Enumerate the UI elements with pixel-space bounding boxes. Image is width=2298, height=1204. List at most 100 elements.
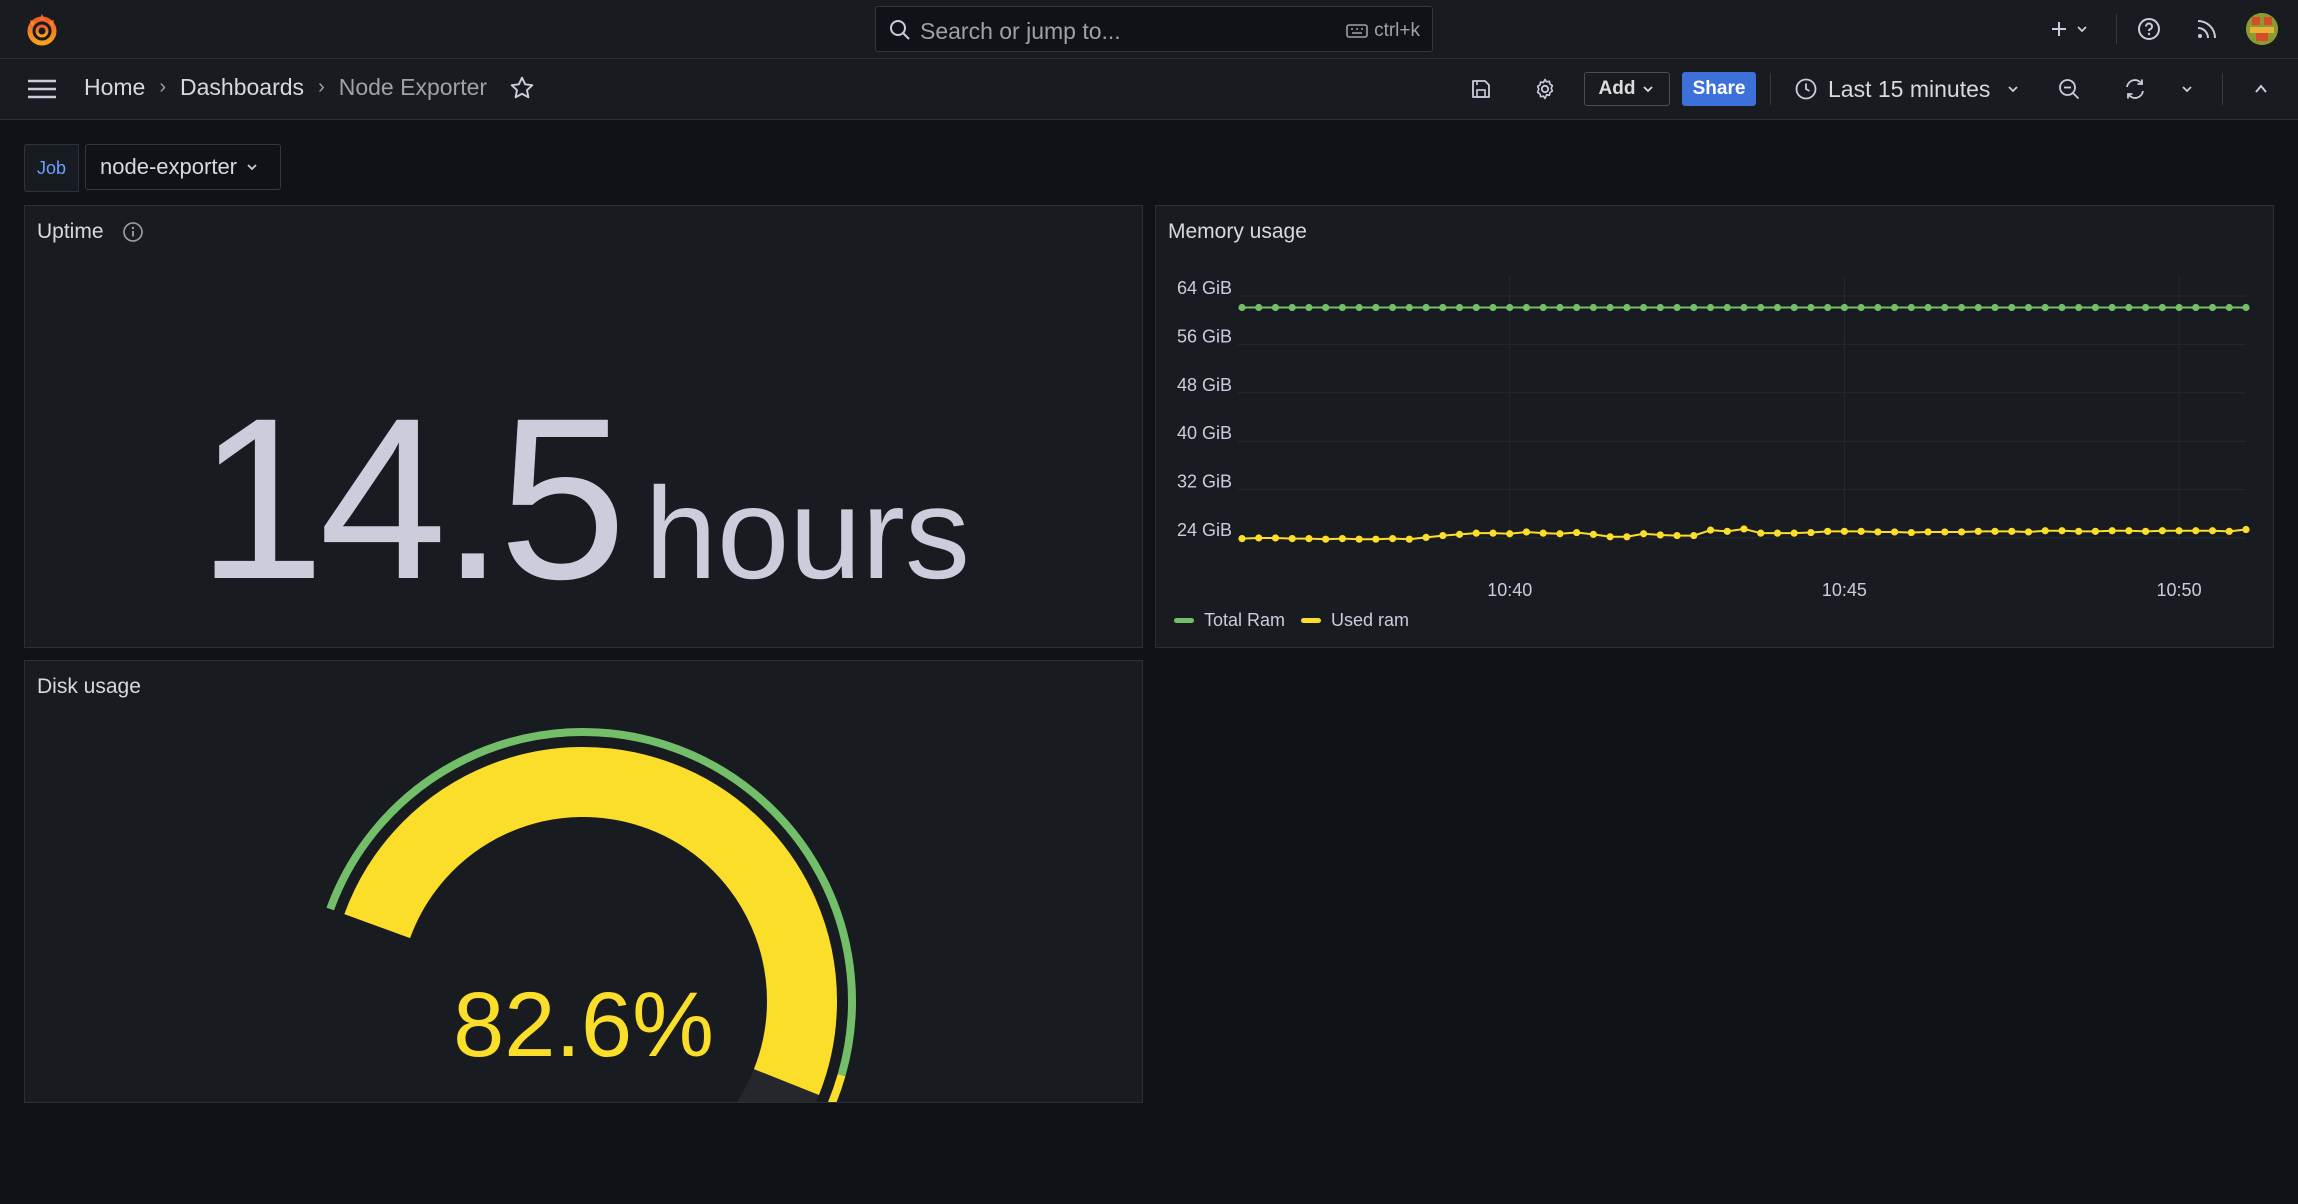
data-point [1773,303,1782,312]
news-icon [2197,20,2216,39]
data-point [1489,529,1497,537]
keyboard-icon [1346,24,1368,38]
new-menu-button[interactable] [2046,14,2092,44]
data-point [1874,303,1882,312]
data-point [2058,527,2066,535]
zoom-out-button[interactable] [2054,73,2084,105]
y-tick-label: 56 GiB [1177,326,1232,346]
save-icon [1472,80,1490,98]
breadcrumb-current: Node Exporter [338,74,488,100]
data-point [1790,529,1798,537]
data-point [1824,303,1832,312]
data-point [1439,531,1447,540]
data-point [1656,303,1664,312]
data-point [1640,530,1648,538]
data-point [2058,303,2066,312]
data-point [1673,303,1681,312]
chevron-down-icon [2182,86,2192,93]
data-point [2008,303,2016,312]
data-point [1974,303,1982,312]
x-tick-label: 10:45 [1822,580,1867,600]
data-point [1439,303,1447,312]
grafana-logo-icon[interactable] [22,10,62,50]
avatar[interactable] [2246,13,2278,45]
data-point [1706,303,1715,312]
time-range-label: Last 15 minutes [1828,75,1991,102]
share-button[interactable]: Share [1682,72,1756,106]
breadcrumb-dashboards[interactable]: Dashboards [180,74,304,101]
data-point [2158,527,2166,535]
data-point [2192,527,2200,535]
data-point [1338,303,1346,312]
clock-icon [1795,78,1817,100]
data-point [1740,525,1748,533]
menu-button[interactable] [22,73,62,105]
data-point [1957,528,1966,536]
search-icon [890,20,910,40]
legend-item-total-ram[interactable]: Total Ram [1174,610,1285,631]
data-point [1338,535,1346,543]
job-variable-label: Job [24,144,80,192]
data-point [1389,303,1397,312]
data-point [1422,303,1430,312]
panel-title[interactable]: Uptime [37,220,144,244]
data-point [1991,303,1999,312]
data-point [1288,303,1296,312]
data-point [1857,303,1865,312]
data-point [1824,527,1832,535]
data-point [2208,303,2217,312]
dashboard-toolbar: Home › Dashboards › Node Exporter Add Sh… [0,59,2298,120]
job-variable-select[interactable]: node-exporter [85,144,282,190]
uptime-unit: hours [644,460,970,606]
x-tick-label: 10:40 [1487,580,1532,600]
data-point [1556,303,1564,312]
legend-item-used-ram[interactable]: Used ram [1301,610,1409,631]
data-point [2225,303,2233,312]
data-point [1506,303,1514,312]
info-icon[interactable] [122,221,144,243]
breadcrumb-home[interactable]: Home [84,74,145,101]
data-point [1322,535,1330,543]
collapse-toolbar-button[interactable] [2246,73,2276,105]
data-point [2108,303,2116,312]
data-point [1807,303,1815,312]
data-point [2192,303,2200,312]
search-box[interactable]: Search or jump to... ctrl+k [875,6,1433,52]
save-dashboard-button[interactable] [1466,73,1496,105]
plus-icon [2052,22,2066,36]
memory-chart[interactable]: 24 GiB 32 GiB 40 GiB 48 GiB 56 GiB 64 GiB 10:… [1156,206,2273,606]
zoom-out-icon [2059,79,2080,100]
y-tick-label: 32 GiB [1177,472,1232,492]
data-point [1255,534,1263,542]
memory-panel: Memory usage 24 GiB 32 GiB 40 GiB 48 GiB 56 … [1155,205,2274,648]
dashboard-settings-button[interactable] [1530,73,1560,105]
data-point [1656,531,1664,539]
add-button[interactable]: Add [1584,72,1670,106]
refresh-interval-button[interactable] [2176,73,2198,105]
help-icon [2138,18,2160,40]
time-range-picker[interactable]: Last 15 minutes [1794,72,2020,106]
refresh-button[interactable] [2120,73,2150,105]
data-point [1623,303,1631,312]
divider [1770,73,1771,105]
news-button[interactable] [2192,14,2222,44]
data-point [2125,303,2133,312]
data-point [1740,303,1748,312]
data-point [1573,303,1581,312]
help-button[interactable] [2134,14,2164,44]
data-point [1874,528,1882,536]
data-point [1907,303,1915,312]
uptime-panel: Uptime 14.5 hours [24,205,1143,648]
data-point [1271,534,1280,542]
data-point [1757,303,1765,312]
star-icon[interactable] [509,75,535,101]
data-point [1706,526,1715,534]
x-tick-label: 10:50 [2157,580,2202,600]
divider [2116,14,2117,44]
data-point [1522,303,1531,312]
data-point [1472,529,1480,537]
data-point [1690,303,1698,312]
chevron-down-icon [2077,26,2087,33]
y-tick-label: 24 GiB [1177,520,1232,540]
data-point [1673,531,1681,540]
